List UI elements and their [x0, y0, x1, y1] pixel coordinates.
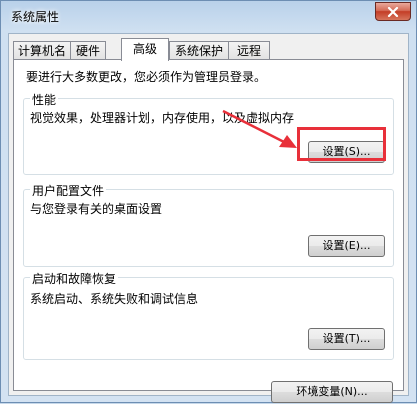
- system-properties-window: 系统属性 计算机名 硬件 高级 系统保护 远程 要进行大多数更改，您必须作为管理…: [0, 0, 417, 403]
- annotation-arrow-icon: [222, 109, 297, 148]
- tab-advanced[interactable]: 高级: [121, 38, 169, 61]
